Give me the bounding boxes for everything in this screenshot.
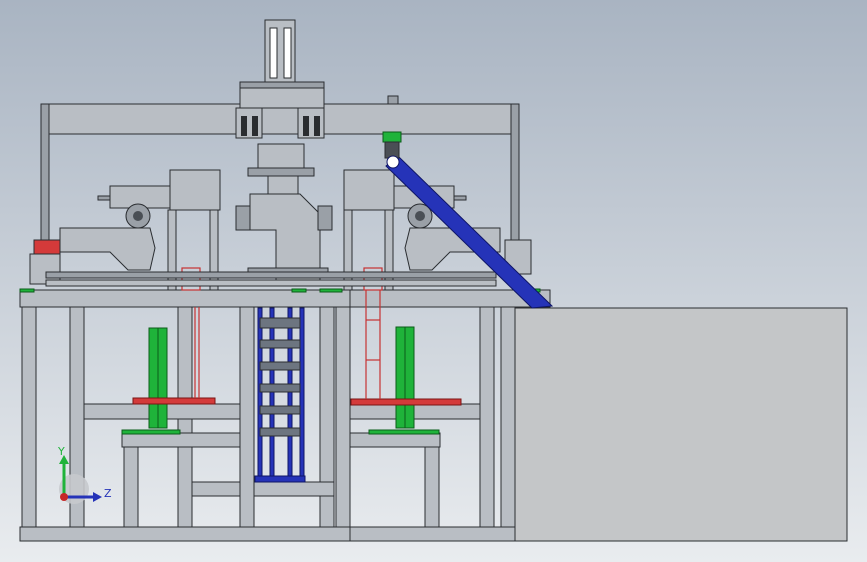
- side-housing-box: [514, 307, 848, 542]
- z-axis-label: Z: [104, 487, 112, 500]
- cad-viewport[interactable]: Y Z: [0, 0, 867, 562]
- table-rail-lower: [45, 279, 497, 287]
- triad-origin: [60, 493, 68, 501]
- left-red-plate: [132, 397, 216, 405]
- table-rail: [45, 271, 497, 279]
- machine-assembly-drawing: Y Z: [0, 0, 867, 562]
- y-axis-label: Y: [57, 445, 65, 458]
- right-red-plate: [350, 398, 462, 406]
